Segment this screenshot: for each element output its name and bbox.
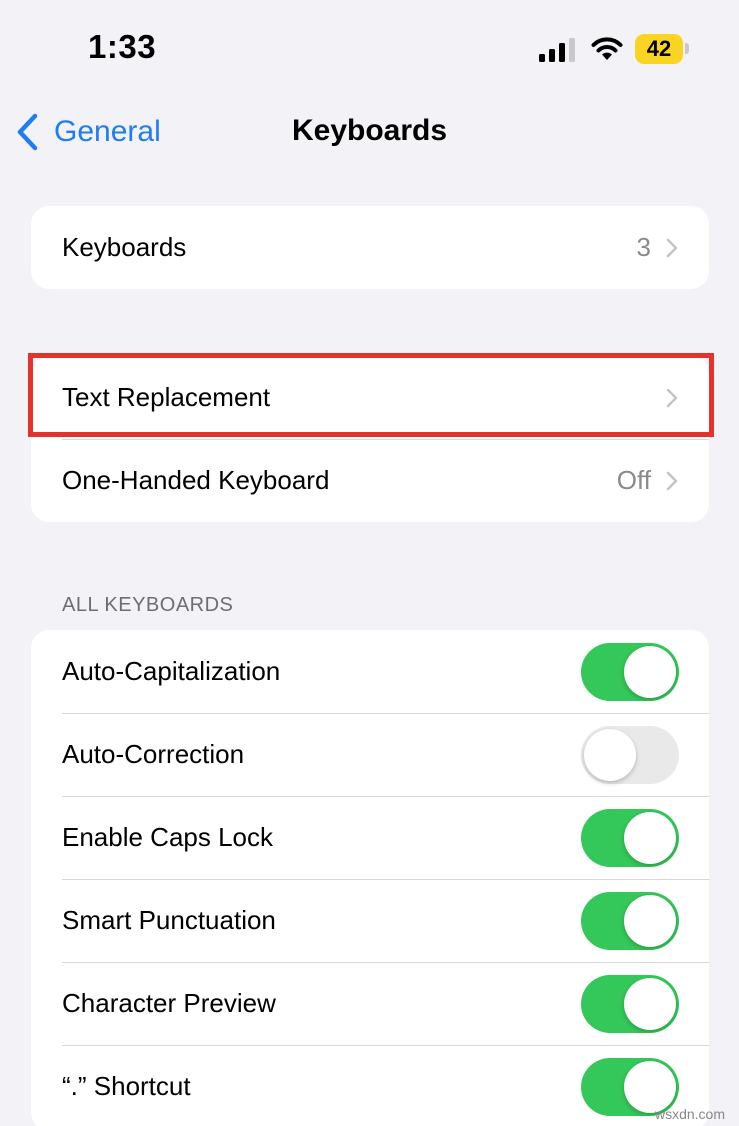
toggle-knob bbox=[624, 894, 676, 947]
toggle-knob bbox=[624, 1060, 676, 1113]
toggle-row-enable-caps-lock: Enable Caps Lock bbox=[31, 796, 709, 879]
toggle-knob bbox=[624, 645, 676, 698]
character-preview-toggle[interactable] bbox=[581, 974, 679, 1033]
status-time: 1:33 bbox=[88, 28, 157, 65]
smart-punctuation-toggle[interactable] bbox=[581, 891, 679, 950]
keyboards-row-label: Keyboards bbox=[62, 232, 187, 262]
toggle-row-smart-punctuation: Smart Punctuation bbox=[31, 879, 709, 962]
wifi-icon bbox=[591, 37, 623, 60]
one-handed-keyboard-value: Off bbox=[616, 465, 651, 495]
text-replacement-label: Text Replacement bbox=[62, 382, 271, 412]
all-keyboards-header: ALL KEYBOARDS bbox=[62, 594, 234, 616]
watermark: wsxdn.com bbox=[654, 1106, 725, 1122]
toggle-row-character-preview: Character Preview bbox=[31, 962, 709, 1045]
toggle-knob bbox=[584, 728, 636, 781]
status-bar: 1:33 42 bbox=[0, 0, 739, 100]
keyboards-count: 3 bbox=[636, 232, 651, 262]
toggle-row-auto-correction: Auto-Correction bbox=[31, 713, 709, 796]
chevron-right-icon bbox=[666, 388, 678, 407]
all-keyboards-group: Auto-Capitalization Auto-Correction Enab… bbox=[31, 630, 709, 1126]
toggle-row-auto-capitalization: Auto-Capitalization bbox=[31, 630, 709, 713]
chevron-right-icon bbox=[666, 238, 678, 257]
battery-icon: 42 bbox=[635, 34, 683, 64]
auto-capitalization-toggle[interactable] bbox=[581, 642, 679, 701]
keyboards-row[interactable]: Keyboards 3 bbox=[31, 206, 709, 289]
toggle-knob bbox=[624, 977, 676, 1030]
page-title: Keyboards bbox=[291, 114, 448, 147]
battery-tip bbox=[685, 43, 689, 54]
toggle-row-period-shortcut: “.” Shortcut bbox=[31, 1045, 709, 1126]
chevron-right-icon bbox=[666, 471, 678, 490]
enable-caps-lock-toggle[interactable] bbox=[581, 808, 679, 867]
cellular-signal-icon bbox=[539, 38, 575, 62]
text-replacement-row[interactable]: Text Replacement bbox=[31, 356, 709, 439]
navigation-bar: General Keyboards bbox=[0, 100, 739, 170]
keyboards-group: Keyboards 3 bbox=[31, 206, 709, 289]
one-handed-keyboard-row[interactable]: One-Handed Keyboard Off bbox=[31, 439, 709, 522]
toggle-knob bbox=[624, 811, 676, 864]
one-handed-keyboard-label: One-Handed Keyboard bbox=[62, 465, 330, 495]
text-options-group: Text Replacement One-Handed Keyboard Off bbox=[31, 356, 709, 522]
auto-correction-toggle[interactable] bbox=[581, 725, 679, 784]
